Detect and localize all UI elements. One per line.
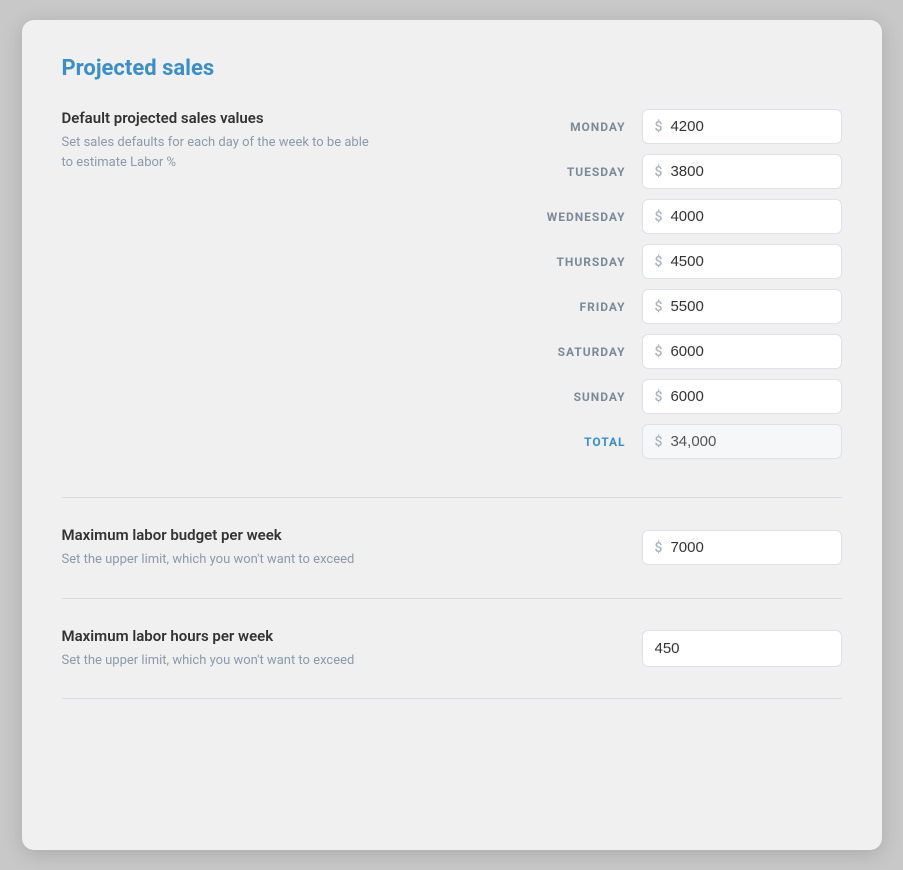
- field-row-saturday: SATURDAY $: [402, 334, 842, 369]
- projected-sales-info: Default projected sales values Set sales…: [62, 109, 402, 172]
- sunday-currency: $: [655, 389, 663, 405]
- monday-currency: $: [655, 119, 663, 135]
- labor-hours-title: Maximum labor hours per week: [62, 627, 382, 645]
- divider-3: [62, 698, 842, 699]
- total-currency: $: [655, 434, 663, 450]
- saturday-label: SATURDAY: [526, 345, 626, 359]
- friday-input[interactable]: [670, 298, 828, 315]
- labor-hours-section: Maximum labor hours per week Set the upp…: [62, 627, 842, 671]
- tuesday-label: TUESDAY: [526, 165, 626, 179]
- monday-label: MONDAY: [526, 120, 626, 134]
- divider-1: [62, 497, 842, 498]
- sunday-input[interactable]: [670, 388, 828, 405]
- total-label: TOTAL: [526, 435, 626, 449]
- tuesday-input[interactable]: [670, 163, 828, 180]
- hours-input-row: Hours: [402, 630, 842, 667]
- projected-sales-section: Default projected sales values Set sales…: [62, 109, 842, 469]
- friday-currency: $: [655, 299, 663, 315]
- labor-budget-section: Maximum labor budget per week Set the up…: [62, 526, 842, 570]
- tuesday-input-wrapper: $: [642, 154, 842, 189]
- main-card: Projected sales Default projected sales …: [22, 20, 882, 850]
- field-row-monday: MONDAY $: [402, 109, 842, 144]
- labor-hours-desc: Set the upper limit, which you won't wan…: [62, 651, 382, 671]
- wednesday-currency: $: [655, 209, 663, 225]
- budget-currency: $: [655, 540, 663, 556]
- budget-input-wrapper: $: [642, 530, 842, 565]
- field-row-total: TOTAL $: [402, 424, 842, 459]
- divider-2: [62, 598, 842, 599]
- tuesday-currency: $: [655, 164, 663, 180]
- monday-input[interactable]: [670, 118, 828, 135]
- labor-budget-info: Maximum labor budget per week Set the up…: [62, 526, 402, 570]
- field-row-friday: FRIDAY $: [402, 289, 842, 324]
- thursday-input[interactable]: [670, 253, 828, 270]
- wednesday-label: WEDNESDAY: [526, 210, 626, 224]
- total-input-wrapper: $: [642, 424, 842, 459]
- projected-sales-title: Default projected sales values: [62, 109, 382, 127]
- field-row-wednesday: WEDNESDAY $: [402, 199, 842, 234]
- days-fields-block: MONDAY $ TUESDAY $ WEDNESDAY $: [402, 109, 842, 469]
- page-title: Projected sales: [62, 56, 842, 81]
- projected-sales-desc: Set sales defaults for each day of the w…: [62, 133, 382, 172]
- labor-hours-info: Maximum labor hours per week Set the upp…: [62, 627, 402, 671]
- sunday-input-wrapper: $: [642, 379, 842, 414]
- field-row-sunday: SUNDAY $: [402, 379, 842, 414]
- hours-input[interactable]: [643, 631, 842, 666]
- thursday-input-wrapper: $: [642, 244, 842, 279]
- field-row-thursday: THURSDAY $: [402, 244, 842, 279]
- wednesday-input[interactable]: [670, 208, 828, 225]
- labor-budget-desc: Set the upper limit, which you won't wan…: [62, 550, 382, 570]
- saturday-input[interactable]: [670, 343, 828, 360]
- total-input: [670, 433, 828, 450]
- sunday-label: SUNDAY: [526, 390, 626, 404]
- thursday-label: THURSDAY: [526, 255, 626, 269]
- labor-budget-title: Maximum labor budget per week: [62, 526, 382, 544]
- friday-label: FRIDAY: [526, 300, 626, 314]
- budget-input-row: $: [402, 530, 842, 565]
- hours-input-wrapper: Hours: [642, 630, 842, 667]
- friday-input-wrapper: $: [642, 289, 842, 324]
- thursday-currency: $: [655, 254, 663, 270]
- budget-input[interactable]: [670, 539, 828, 556]
- monday-input-wrapper: $: [642, 109, 842, 144]
- wednesday-input-wrapper: $: [642, 199, 842, 234]
- field-row-tuesday: TUESDAY $: [402, 154, 842, 189]
- labor-hours-fields: Hours: [402, 630, 842, 667]
- labor-budget-fields: $: [402, 530, 842, 565]
- saturday-input-wrapper: $: [642, 334, 842, 369]
- saturday-currency: $: [655, 344, 663, 360]
